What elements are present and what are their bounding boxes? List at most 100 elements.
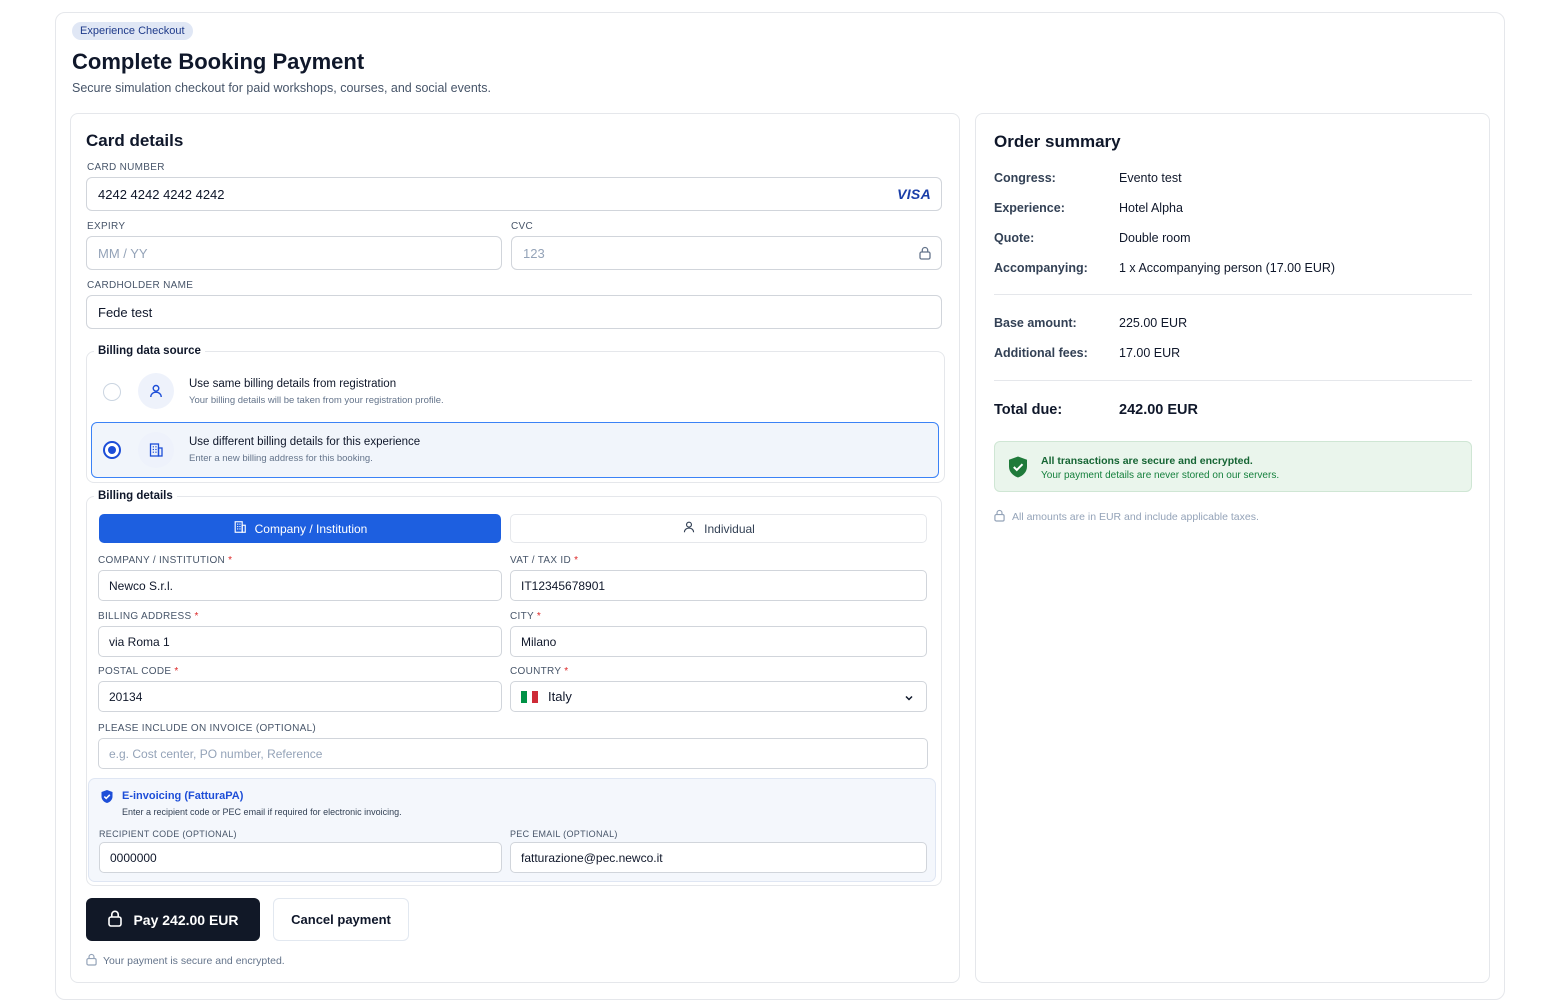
address-input[interactable]: via Roma 1 bbox=[98, 626, 502, 657]
city-value: Milano bbox=[521, 634, 557, 649]
pec-email-label: PEC EMAIL (OPTIONAL) bbox=[510, 829, 618, 839]
card-number-label: CARD NUMBER bbox=[87, 162, 165, 173]
recipient-code-value: 0000000 bbox=[110, 850, 157, 865]
billing-details-legend: Billing details bbox=[94, 490, 177, 502]
summary-fees-key: Additional fees: bbox=[994, 346, 1088, 360]
vat-label: VAT / TAX ID * bbox=[510, 555, 579, 566]
cardholder-value: Fede test bbox=[98, 304, 153, 320]
billing-option-same-sub: Your billing details will be taken from … bbox=[189, 395, 444, 406]
country-select[interactable]: Italy bbox=[510, 681, 927, 712]
billing-option-same[interactable]: Use same billing details from registrati… bbox=[92, 366, 938, 418]
postal-label: POSTAL CODE * bbox=[98, 666, 179, 677]
cancel-payment-button[interactable]: Cancel payment bbox=[273, 898, 409, 941]
recipient-code-input[interactable]: 0000000 bbox=[99, 842, 502, 873]
vat-input[interactable]: IT12345678901 bbox=[510, 570, 927, 601]
summary-divider bbox=[994, 294, 1472, 295]
tab-individual-label: Individual bbox=[704, 521, 755, 536]
expiry-placeholder: MM / YY bbox=[98, 245, 148, 261]
company-value: Newco S.r.l. bbox=[109, 578, 174, 593]
billing-option-same-title: Use same billing details from registrati… bbox=[189, 378, 397, 390]
amounts-note: All amounts are in EUR and include appli… bbox=[994, 509, 1259, 525]
user-icon bbox=[138, 373, 174, 409]
summary-base-amount-key: Base amount: bbox=[994, 316, 1077, 330]
building-icon bbox=[233, 520, 247, 537]
recipient-code-label: RECIPIENT CODE (OPTIONAL) bbox=[99, 829, 237, 839]
company-label: COMPANY / INSTITUTION * bbox=[98, 555, 233, 566]
postal-value: 20134 bbox=[109, 689, 143, 704]
e-invoicing-sub: Enter a recipient code or PEC email if r… bbox=[122, 807, 402, 817]
postal-input[interactable]: 20134 bbox=[98, 681, 502, 712]
lock-icon bbox=[919, 246, 931, 263]
total-due-value: 242.00 EUR bbox=[1119, 402, 1198, 418]
invoice-note-label: PLEASE INCLUDE ON INVOICE (OPTIONAL) bbox=[98, 723, 317, 734]
cancel-button-label: Cancel payment bbox=[291, 912, 391, 927]
country-value: Italy bbox=[548, 689, 572, 704]
cvc-label: CVC bbox=[511, 221, 534, 232]
pec-email-value: fatturazione@pec.newco.it bbox=[521, 850, 663, 865]
user-icon bbox=[682, 520, 696, 537]
summary-quote-key: Quote: bbox=[994, 231, 1035, 245]
country-label: COUNTRY * bbox=[510, 666, 569, 677]
card-number-input[interactable]: 4242 4242 4242 4242 VISA bbox=[86, 177, 942, 211]
invoice-note-placeholder: e.g. Cost center, PO number, Reference bbox=[109, 746, 323, 761]
summary-fees-value: 17.00 EUR bbox=[1119, 346, 1181, 360]
city-input[interactable]: Milano bbox=[510, 626, 927, 657]
order-summary-panel bbox=[975, 113, 1490, 983]
payment-secure-note: Your payment is secure and encrypted. bbox=[86, 953, 285, 969]
lock-icon bbox=[86, 953, 97, 969]
invoice-note-input[interactable]: e.g. Cost center, PO number, Reference bbox=[98, 738, 928, 769]
city-label: CITY * bbox=[510, 611, 542, 622]
summary-divider bbox=[994, 380, 1472, 381]
tab-individual[interactable]: Individual bbox=[510, 514, 927, 543]
lock-icon bbox=[107, 909, 123, 930]
company-input[interactable]: Newco S.r.l. bbox=[98, 570, 502, 601]
summary-experience-key: Experience: bbox=[994, 201, 1065, 215]
visa-brand-icon: VISA bbox=[897, 186, 931, 202]
page-subtitle: Secure simulation checkout for paid work… bbox=[72, 81, 491, 95]
order-summary-heading: Order summary bbox=[994, 132, 1121, 151]
secure-transactions-box: All transactions are secure and encrypte… bbox=[994, 441, 1472, 492]
pec-email-input[interactable]: fatturazione@pec.newco.it bbox=[510, 842, 927, 873]
secure-box-sub: Your payment details are never stored on… bbox=[1041, 470, 1280, 481]
pay-button[interactable]: Pay 242.00 EUR bbox=[86, 898, 260, 941]
card-number-value: 4242 4242 4242 4242 bbox=[98, 186, 225, 202]
expiry-input[interactable]: MM / YY bbox=[86, 236, 502, 270]
cvc-placeholder: 123 bbox=[523, 245, 545, 261]
shield-check-icon bbox=[100, 789, 114, 809]
chevron-down-icon bbox=[904, 692, 914, 706]
page-title: Complete Booking Payment bbox=[72, 49, 365, 74]
billing-option-different[interactable]: Use different billing details for this e… bbox=[91, 422, 939, 478]
card-details-heading: Card details bbox=[86, 131, 184, 150]
billing-option-different-sub: Enter a new billing address for this boo… bbox=[189, 453, 373, 464]
experience-checkout-badge: Experience Checkout bbox=[72, 22, 193, 40]
e-invoicing-title: E-invoicing (FatturaPA) bbox=[122, 790, 244, 802]
summary-congress-key: Congress: bbox=[994, 171, 1056, 185]
payment-secure-text: Your payment is secure and encrypted. bbox=[103, 955, 285, 967]
amounts-note-text: All amounts are in EUR and include appli… bbox=[1012, 511, 1259, 523]
total-due-label: Total due: bbox=[994, 402, 1063, 418]
secure-box-title: All transactions are secure and encrypte… bbox=[1041, 455, 1253, 467]
summary-congress-value: Evento test bbox=[1119, 171, 1182, 185]
lock-icon bbox=[994, 509, 1005, 525]
summary-experience-value: Hotel Alpha bbox=[1119, 201, 1183, 215]
radio-same-billing[interactable] bbox=[103, 383, 121, 401]
billing-source-legend: Billing data source bbox=[94, 345, 205, 357]
cardholder-input[interactable]: Fede test bbox=[86, 295, 942, 329]
building-icon bbox=[138, 432, 174, 468]
italy-flag-icon bbox=[521, 690, 539, 703]
expiry-label: EXPIRY bbox=[87, 221, 126, 232]
radio-different-billing[interactable] bbox=[103, 441, 121, 459]
tab-company-institution[interactable]: Company / Institution bbox=[99, 514, 501, 543]
summary-accompanying-value: 1 x Accompanying person (17.00 EUR) bbox=[1119, 261, 1336, 275]
pay-button-label: Pay 242.00 EUR bbox=[133, 911, 239, 928]
tab-company-label: Company / Institution bbox=[254, 521, 368, 536]
address-value: via Roma 1 bbox=[109, 634, 170, 649]
shield-check-icon bbox=[1007, 455, 1029, 484]
billing-option-different-title: Use different billing details for this e… bbox=[189, 436, 421, 448]
cvc-input[interactable]: 123 bbox=[511, 236, 942, 270]
cardholder-label: CARDHOLDER NAME bbox=[87, 280, 194, 291]
vat-value: IT12345678901 bbox=[521, 578, 606, 593]
summary-base-amount-value: 225.00 EUR bbox=[1119, 316, 1188, 330]
summary-quote-value: Double room bbox=[1119, 231, 1191, 245]
summary-accompanying-key: Accompanying: bbox=[994, 261, 1088, 275]
